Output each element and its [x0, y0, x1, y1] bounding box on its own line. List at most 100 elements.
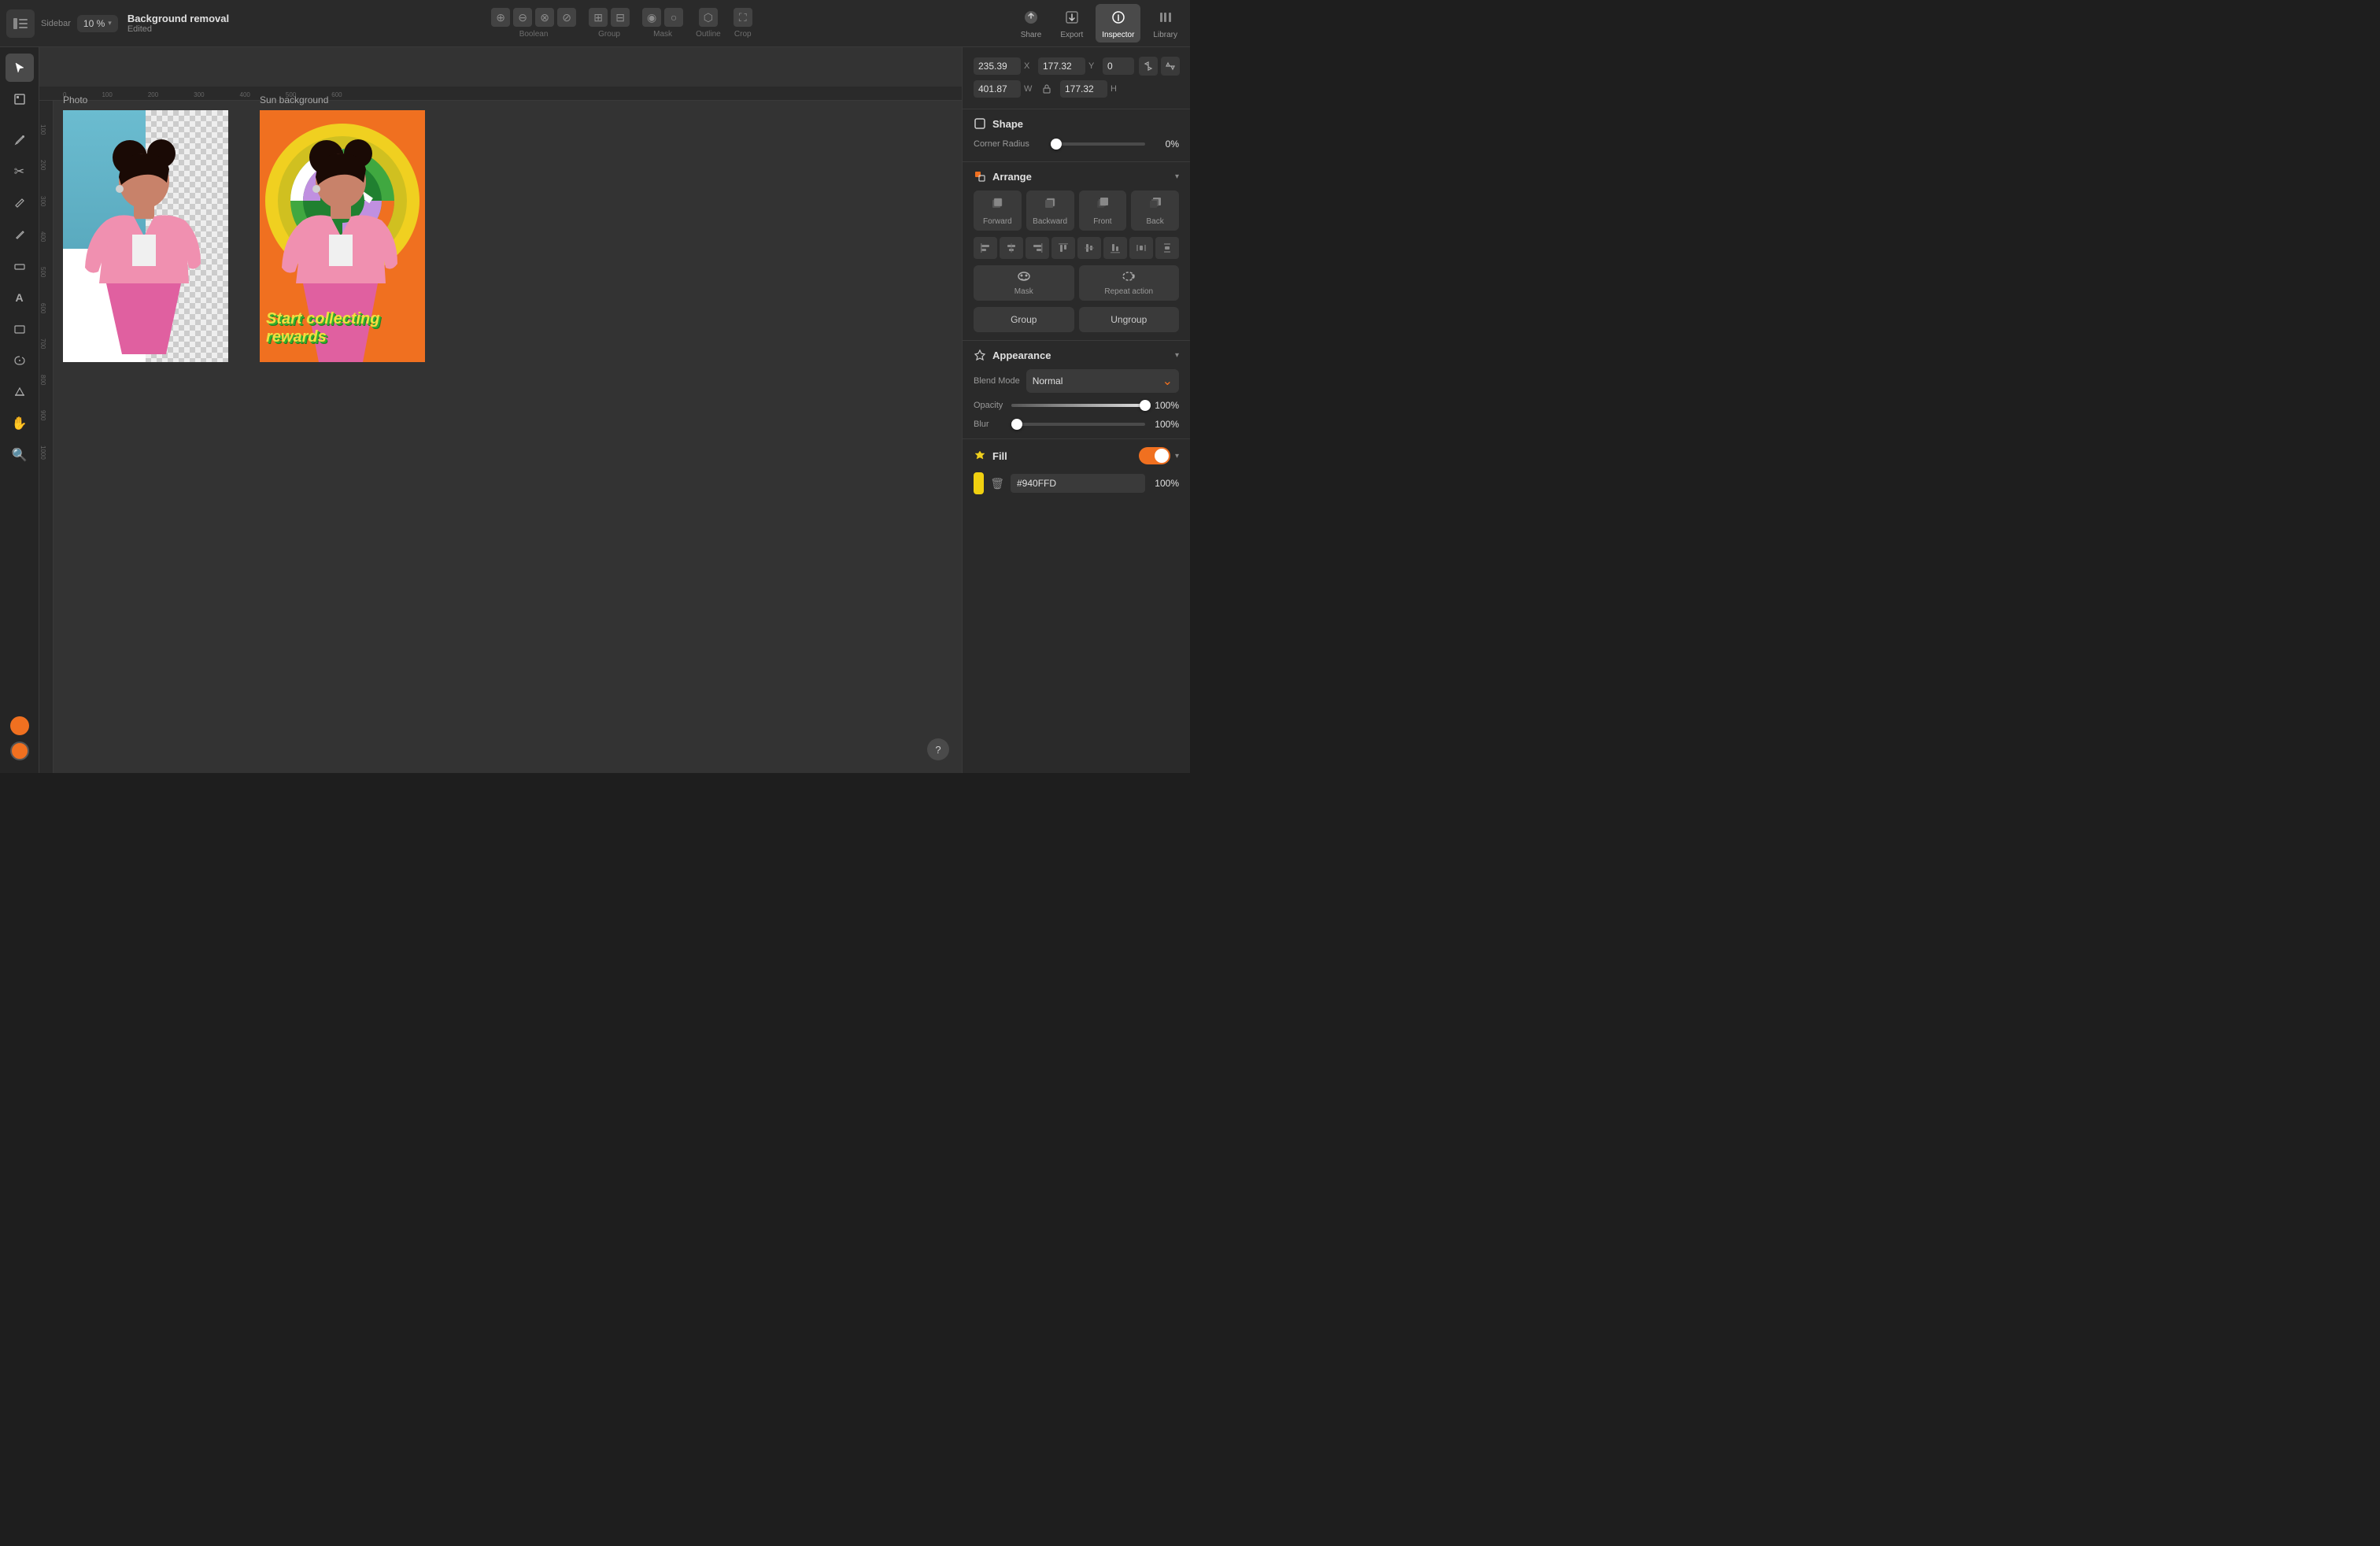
- flip-h-button[interactable]: [1139, 57, 1158, 76]
- transform-tool-button[interactable]: [6, 85, 34, 113]
- repeat-action-button[interactable]: Repeat action: [1079, 265, 1180, 301]
- lasso-tool-button[interactable]: [6, 346, 34, 375]
- h-label: H: [1111, 84, 1120, 94]
- align-right-button[interactable]: [1026, 237, 1049, 259]
- text-tool-button[interactable]: A: [6, 283, 34, 312]
- crop-icon: ⛶: [734, 8, 752, 27]
- repeat-action-icon: [1121, 270, 1136, 285]
- distribute-v-button[interactable]: [1155, 237, 1179, 259]
- lock-aspect-button[interactable]: [1038, 83, 1055, 94]
- toolbar-group-group[interactable]: ⊞ ⊟ Group: [589, 8, 630, 39]
- x-input[interactable]: [974, 57, 1021, 75]
- back-label: Back: [1147, 217, 1164, 226]
- background-color[interactable]: [10, 742, 29, 760]
- rotation-input[interactable]: [1103, 57, 1134, 75]
- group-icon: ⊞: [589, 8, 608, 27]
- align-bottom-button[interactable]: [1103, 237, 1127, 259]
- toolbar-center: ⊕ ⊖ ⊗ ⊘ Boolean ⊞ ⊟ Group ◉ ○ Mask: [232, 8, 1011, 39]
- slider-thumb[interactable]: [1051, 139, 1062, 150]
- rotation-field: [1103, 57, 1134, 75]
- canvas-area[interactable]: 0 100 200 300 400 500 600 100 200 300 40…: [39, 47, 962, 773]
- ungroup-button[interactable]: Ungroup: [1079, 307, 1180, 332]
- w-input[interactable]: [974, 80, 1021, 98]
- inspector-icon: [1108, 7, 1129, 28]
- arrange-title: Arrange: [974, 170, 1032, 183]
- w-label: W: [1024, 84, 1033, 94]
- person-svg: [63, 110, 228, 362]
- flip-v-button[interactable]: [1161, 57, 1180, 76]
- slider-track: [1051, 142, 1145, 146]
- back-button[interactable]: Back: [1131, 190, 1179, 231]
- group-label: Group: [598, 30, 620, 39]
- blur-slider-thumb[interactable]: [1011, 419, 1022, 430]
- foreground-color[interactable]: [10, 716, 29, 735]
- library-button[interactable]: Library: [1147, 4, 1184, 43]
- artboard-label-photo: Photo: [63, 94, 87, 105]
- export-button[interactable]: Export: [1054, 4, 1089, 43]
- blend-mode-select[interactable]: Normal ⌄: [1026, 369, 1179, 393]
- appearance-section-header[interactable]: Appearance ▾: [974, 349, 1179, 361]
- fill-toggle[interactable]: [1139, 447, 1170, 464]
- scissors-tool-button[interactable]: ✂: [6, 157, 34, 186]
- fill-title: Fill: [974, 449, 1007, 462]
- artboard-sun[interactable]: Start collecting rewards: [260, 110, 425, 362]
- eraser-tool-button[interactable]: [6, 252, 34, 280]
- inspector-button[interactable]: Inspector: [1096, 4, 1140, 43]
- share-icon: [1021, 7, 1041, 28]
- fill-delete-button[interactable]: 🗑: [990, 477, 1004, 490]
- align-top-button[interactable]: [1051, 237, 1075, 259]
- inspector-label: Inspector: [1102, 31, 1134, 39]
- toolbar-right: Share Export Inspector: [1014, 4, 1184, 43]
- shape-section-header[interactable]: Shape: [974, 117, 1179, 130]
- boolean-exclude-icon: ⊘: [557, 8, 576, 27]
- mask-icons: ◉ ○: [642, 8, 683, 27]
- arrange-icon: [974, 170, 986, 183]
- forward-label: Forward: [983, 217, 1012, 226]
- mask-btn-label: Mask: [1014, 287, 1033, 296]
- h-input[interactable]: [1060, 80, 1107, 98]
- toolbar-outline-group[interactable]: ⬡ Outline: [696, 8, 721, 39]
- opacity-slider[interactable]: [1011, 399, 1145, 412]
- toolbar-boolean-group[interactable]: ⊕ ⊖ ⊗ ⊘ Boolean: [491, 8, 576, 39]
- left-toolpanel: ✂ A: [0, 47, 39, 773]
- x-label: X: [1024, 61, 1033, 71]
- zoom-control[interactable]: 10 % ▾: [77, 15, 118, 32]
- align-left-button[interactable]: [974, 237, 997, 259]
- document-title: Background removal: [128, 13, 229, 24]
- corner-radius-slider[interactable]: [1051, 138, 1145, 150]
- fill-color-swatch[interactable]: [974, 472, 984, 494]
- share-button[interactable]: Share: [1014, 4, 1048, 43]
- main-layout: ✂ A: [0, 47, 1190, 773]
- toolbar-mask-group[interactable]: ◉ ○ Mask: [642, 8, 683, 39]
- toolbar-crop-group[interactable]: ⛶ Crop: [734, 8, 752, 39]
- artboard-photo[interactable]: [63, 110, 228, 362]
- align-center-v-button[interactable]: [1077, 237, 1101, 259]
- boolean-subtract-icon: ⊖: [513, 8, 532, 27]
- group-button[interactable]: Group: [974, 307, 1074, 332]
- h-field: H: [1060, 80, 1120, 98]
- brush-tool-button[interactable]: [6, 189, 34, 217]
- mask-icon: ◉: [642, 8, 661, 27]
- zoom-tool-button[interactable]: 🔍: [6, 441, 34, 469]
- opacity-slider-thumb[interactable]: [1140, 400, 1151, 411]
- select-tool-button[interactable]: [6, 54, 34, 82]
- shape-tool-button[interactable]: [6, 315, 34, 343]
- distribute-h-button[interactable]: [1129, 237, 1153, 259]
- pencil-tool-button[interactable]: [6, 220, 34, 249]
- fill-tool-button[interactable]: [6, 378, 34, 406]
- arrange-section-header[interactable]: Arrange ▾: [974, 170, 1179, 183]
- sidebar-toggle-button[interactable]: [6, 9, 35, 38]
- help-button[interactable]: ?: [927, 738, 949, 760]
- pen-tool-button[interactable]: [6, 126, 34, 154]
- front-button[interactable]: Front: [1079, 190, 1127, 231]
- fill-chevron-icon: ▾: [1175, 452, 1179, 460]
- fill-hex-input[interactable]: [1011, 474, 1145, 493]
- forward-button[interactable]: Forward: [974, 190, 1022, 231]
- mask-button[interactable]: Mask: [974, 265, 1074, 301]
- y-input[interactable]: [1038, 57, 1085, 75]
- align-center-h-button[interactable]: [1000, 237, 1023, 259]
- hand-tool-button[interactable]: ✋: [6, 409, 34, 438]
- blur-slider[interactable]: [1011, 418, 1145, 431]
- backward-button[interactable]: Backward: [1026, 190, 1074, 231]
- fill-toggle-thumb: [1155, 449, 1169, 463]
